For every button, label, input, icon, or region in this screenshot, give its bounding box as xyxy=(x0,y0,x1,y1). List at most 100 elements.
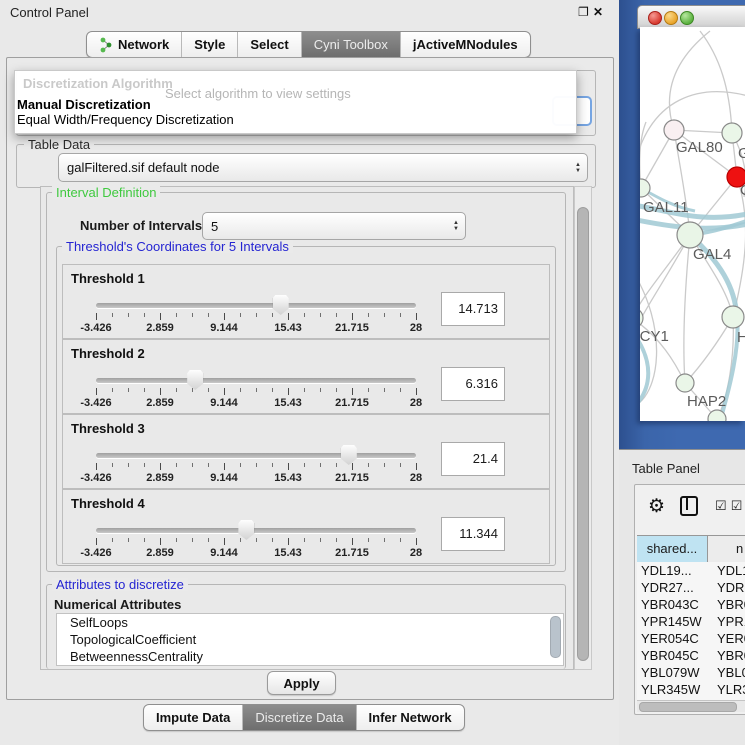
tick-minor xyxy=(320,463,321,467)
vertical-scrollbar-thumb[interactable] xyxy=(577,207,589,661)
tick-minor xyxy=(304,313,305,317)
slider-track[interactable] xyxy=(96,453,416,458)
table-row[interactable]: YBR045CYBR0 xyxy=(637,647,745,664)
attribute-list-item[interactable]: BetweennessCentrality xyxy=(57,648,563,665)
tab-jactivemnodules-label: jActiveMNodules xyxy=(413,37,518,52)
threshold-value-field[interactable]: 11.344 xyxy=(441,517,505,551)
numerical-attributes-list[interactable]: SelfLoopsTopologicalCoefficientBetweenne… xyxy=(56,613,564,666)
tab-discretize-data[interactable]: Discretize Data xyxy=(243,705,356,730)
menu-item-equal-width-frequency[interactable]: Equal Width/Frequency Discretization xyxy=(17,112,234,127)
slider-track[interactable] xyxy=(96,378,416,383)
vertical-scrollbar[interactable] xyxy=(574,186,592,670)
network-node-label: GAL11 xyxy=(643,199,689,216)
threshold-value-field[interactable]: 14.713 xyxy=(441,292,505,326)
threshold-value-field[interactable]: 6.316 xyxy=(441,367,505,401)
menu-item-manual-discretization[interactable]: Manual Discretization xyxy=(17,97,151,112)
column-header-name[interactable]: n xyxy=(708,536,745,562)
tick-label: -3.426 xyxy=(71,397,121,409)
close-icon[interactable]: ✕ xyxy=(593,5,603,19)
zoom-traffic-light-icon[interactable] xyxy=(680,11,694,25)
tick-minor xyxy=(400,463,401,467)
list-scrollbar-thumb[interactable] xyxy=(550,616,561,658)
tick-major xyxy=(416,538,417,545)
minimize-traffic-light-icon[interactable] xyxy=(664,11,678,25)
network-canvas[interactable]: GAL80GCGAL11GAL4GCY1HHAP2 xyxy=(640,27,745,421)
attribute-list-item[interactable]: SelfLoops xyxy=(57,614,563,631)
checkbox-icon[interactable]: ☑ xyxy=(715,498,727,514)
tab-infer-network[interactable]: Infer Network xyxy=(357,705,464,730)
tab-style[interactable]: Style xyxy=(182,32,238,57)
network-node[interactable] xyxy=(664,120,684,140)
tick-major xyxy=(224,388,225,395)
network-node[interactable] xyxy=(676,374,694,392)
table-row[interactable]: YLR345WYLR3 xyxy=(637,681,745,698)
tick-major xyxy=(352,538,353,545)
table-row[interactable]: YPR145WYPR1 xyxy=(637,613,745,630)
network-node[interactable] xyxy=(722,306,744,328)
tick-minor xyxy=(128,313,129,317)
cell-name: YDL1 xyxy=(711,562,745,579)
slider-thumb[interactable] xyxy=(187,370,203,390)
tick-minor xyxy=(320,313,321,317)
tick-minor xyxy=(272,313,273,317)
threshold-value-field[interactable]: 21.4 xyxy=(441,442,505,476)
tick-label: 21.715 xyxy=(327,322,377,334)
cell-shared-name: YPR145W xyxy=(637,613,711,630)
tick-minor xyxy=(176,463,177,467)
tab-select[interactable]: Select xyxy=(238,32,301,57)
slider-track[interactable] xyxy=(96,528,416,533)
tick-minor xyxy=(368,538,369,542)
tick-major xyxy=(160,538,161,545)
cell-shared-name: YLR345W xyxy=(637,681,711,698)
tick-minor xyxy=(144,388,145,392)
network-node[interactable] xyxy=(722,123,742,143)
tick-minor xyxy=(272,538,273,542)
slider-thumb[interactable] xyxy=(341,445,357,465)
tick-major xyxy=(416,313,417,320)
tick-major xyxy=(96,463,97,470)
tick-minor xyxy=(128,463,129,467)
table-row[interactable]: YDR27...YDR2 xyxy=(637,579,745,596)
slider-thumb[interactable] xyxy=(273,295,289,315)
slider-track[interactable] xyxy=(96,303,416,308)
cell-name: YBR0 xyxy=(711,596,745,613)
column-header-shared-name[interactable]: shared... xyxy=(637,536,708,562)
tab-impute-data[interactable]: Impute Data xyxy=(144,705,243,730)
tick-minor xyxy=(384,538,385,542)
network-node-label: GCY1 xyxy=(640,328,669,345)
tab-network[interactable]: Network xyxy=(87,32,182,57)
gear-icon[interactable]: ⚙ xyxy=(648,495,665,518)
threshold-row: Threshold 3-3.4262.8599.14415.4321.71528… xyxy=(62,414,550,489)
close-traffic-light-icon[interactable] xyxy=(648,11,662,25)
tab-jactivemnodules[interactable]: jActiveMNodules xyxy=(401,32,530,57)
tick-label: 9.144 xyxy=(199,472,249,484)
attribute-list-item[interactable]: TopologicalCoefficient xyxy=(57,631,563,648)
network-window-titlebar[interactable] xyxy=(637,5,745,29)
network-node[interactable] xyxy=(677,222,703,248)
float-icon[interactable]: ❐ xyxy=(578,5,589,19)
apply-button[interactable]: Apply xyxy=(267,671,336,695)
horizontal-scrollbar-thumb[interactable] xyxy=(639,702,737,712)
horizontal-scrollbar[interactable] xyxy=(637,700,745,712)
table-row[interactable]: YER054CYER0 xyxy=(637,630,745,647)
number-of-intervals-combo[interactable]: 5 ▲▼ xyxy=(202,212,466,240)
cell-shared-name: YER054C xyxy=(637,630,711,647)
cell-shared-name: YBL079W xyxy=(637,664,711,681)
table-data-combo-value: galFiltered.sif default node xyxy=(59,160,569,175)
numerical-attributes-label: Numerical Attributes xyxy=(54,597,181,612)
cell-shared-name: YDR27... xyxy=(637,579,711,596)
table-row[interactable]: YBL079WYBL0 xyxy=(637,664,745,681)
checkbox-icon[interactable]: ☑ xyxy=(731,498,743,514)
tab-cyni-toolbox-label: Cyni Toolbox xyxy=(314,37,388,52)
threshold-label: Threshold 4 xyxy=(71,496,145,511)
table-row[interactable]: YDL19...YDL1 xyxy=(637,562,745,579)
table-row[interactable]: YBR043CYBR0 xyxy=(637,596,745,613)
tick-label: -3.426 xyxy=(71,472,121,484)
tick-major xyxy=(288,463,289,470)
tick-minor xyxy=(384,463,385,467)
split-columns-icon[interactable] xyxy=(680,496,698,516)
tab-cyni-toolbox[interactable]: Cyni Toolbox xyxy=(302,32,401,57)
table-data-combo[interactable]: galFiltered.sif default node ▲▼ xyxy=(58,153,588,182)
tick-minor xyxy=(336,313,337,317)
slider-thumb[interactable] xyxy=(238,520,254,540)
